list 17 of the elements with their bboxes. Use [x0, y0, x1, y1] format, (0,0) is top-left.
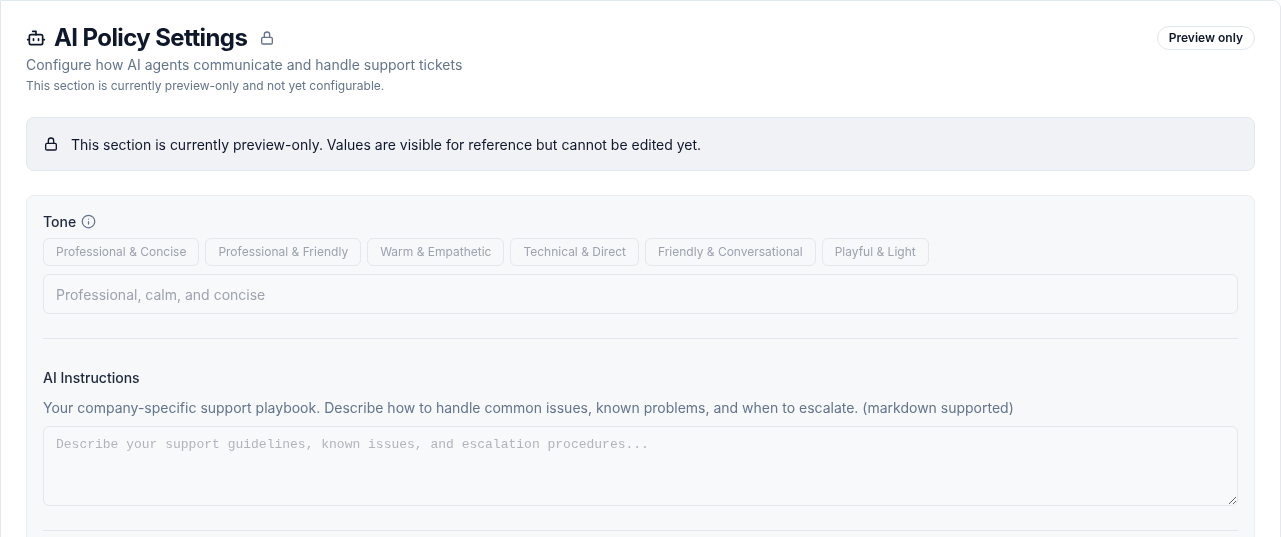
lock-icon	[43, 136, 59, 152]
tone-label: Tone	[43, 212, 77, 232]
tone-preset-chip[interactable]: Playful & Light	[821, 238, 929, 266]
tone-preset-chip[interactable]: Professional & Friendly	[205, 238, 362, 266]
instructions-description: Your company-specific support playbook. Describe how to handle common issues, known problems, and when to escalate. (markdown supported)	[43, 398, 1015, 418]
instructions-label: AI Instructions	[43, 368, 141, 388]
preview-note: This section is currently preview-only and not yet configurable.	[26, 77, 386, 95]
page-title: AI Policy Settings	[54, 23, 248, 53]
tone-preset-chip[interactable]: Professional & Concise	[43, 238, 200, 266]
page-subtitle: Configure how AI agents communicate and handle support tickets	[26, 55, 463, 75]
tone-preset-chip[interactable]: Technical & Direct	[510, 238, 639, 266]
banner-text: This section is currently preview-only. Values are visible for reference but cannot be edited yet.	[71, 134, 702, 155]
info-icon	[81, 214, 97, 229]
lock-icon	[259, 30, 276, 46]
tone-preset-chip[interactable]: Friendly & Conversational	[644, 238, 816, 266]
tone-preset-chip[interactable]: Warm & Empathetic	[367, 238, 505, 266]
robot-icon	[26, 28, 46, 48]
